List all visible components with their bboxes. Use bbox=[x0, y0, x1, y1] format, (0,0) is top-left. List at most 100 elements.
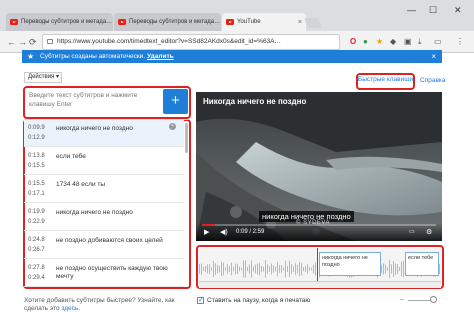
end-time[interactable]: 0:12.9 bbox=[28, 134, 45, 142]
waveform-bar bbox=[205, 266, 206, 272]
add-subtitle-button[interactable]: + bbox=[163, 89, 188, 114]
help-link[interactable]: Справка bbox=[420, 77, 446, 84]
download-icon[interactable]: ⤓ bbox=[418, 37, 422, 47]
list-scrollbar[interactable] bbox=[185, 123, 188, 153]
start-time[interactable]: 0:27.8 bbox=[28, 264, 45, 272]
subtitle-input[interactable]: Введите текст субтитров и нажмите клавиш… bbox=[26, 88, 160, 116]
banner-text: Субтитры созданы автоматически. bbox=[40, 53, 146, 60]
tab-youtube[interactable]: YouTube × bbox=[222, 13, 306, 31]
back-icon[interactable]: ← bbox=[7, 37, 16, 47]
pause-label: Ставить на паузу, когда я печатаю bbox=[207, 297, 311, 304]
close-tab-icon[interactable]: × bbox=[112, 19, 113, 26]
waveform-bar bbox=[381, 265, 382, 273]
actions-dropdown[interactable]: Действия ▾ bbox=[24, 72, 62, 83]
waveform-bar bbox=[383, 263, 384, 275]
timeline-segment[interactable]: если тебе bbox=[405, 252, 439, 276]
waveform-bar bbox=[283, 267, 284, 271]
lock-icon bbox=[47, 39, 53, 44]
waveform-bar bbox=[289, 260, 290, 278]
start-time[interactable]: 0:09.9 bbox=[28, 124, 45, 132]
notification-banner: ★ Субтитры созданы автоматически. Удалит… bbox=[22, 50, 442, 63]
puzzle-icon[interactable]: ▣ bbox=[404, 37, 412, 46]
waveform-bar bbox=[281, 265, 282, 273]
subtitle-list: 0:09.9 0:12.9 никогда ничего не поздно ×… bbox=[24, 119, 189, 289]
close-tab-icon[interactable]: × bbox=[220, 19, 221, 26]
list-item[interactable]: 0:19.9 0:22.9 никогда ничего не поздно bbox=[24, 204, 184, 231]
waveform-bar bbox=[229, 266, 230, 272]
waveform-bar bbox=[307, 264, 308, 274]
new-tab-button[interactable] bbox=[304, 18, 322, 28]
end-time[interactable]: 0:29.4 bbox=[28, 274, 45, 282]
cc-icon[interactable]: ▭ bbox=[409, 228, 415, 235]
subtitle-text[interactable]: не поздно добиваются своих целей bbox=[56, 237, 176, 245]
waveform-bar bbox=[221, 261, 222, 277]
waveform-bar bbox=[251, 260, 252, 278]
pause-checkbox[interactable] bbox=[197, 296, 204, 304]
subtitle-text[interactable]: если тебе bbox=[56, 153, 176, 161]
maximize-button[interactable]: ☐ bbox=[429, 5, 437, 16]
waveform-bar bbox=[243, 260, 244, 278]
settings-icon[interactable]: ⚙ bbox=[426, 228, 432, 236]
end-time[interactable]: 0:15.5 bbox=[28, 162, 45, 170]
subtitle-timeline[interactable]: никогда ничего не поздно если тебе bbox=[199, 248, 441, 288]
delete-subtitle-icon[interactable]: × bbox=[169, 123, 176, 130]
subtitle-text[interactable]: не поздно осуществить каждую твою мечту bbox=[56, 265, 176, 281]
extension-icon[interactable]: ● bbox=[363, 37, 368, 46]
waveform-bar bbox=[393, 261, 394, 277]
close-window-button[interactable]: ✕ bbox=[454, 5, 462, 16]
play-icon[interactable]: ▶ bbox=[204, 228, 209, 236]
list-item[interactable]: 0:27.8 0:29.4 не поздно осуществить кажд… bbox=[24, 260, 184, 287]
forward-icon[interactable]: → bbox=[18, 37, 27, 47]
video-player[interactable]: Никогда ничего не поздно никогда ничего … bbox=[196, 92, 442, 241]
tab-strip: Переводы субтитров и метада… × Переводы … bbox=[0, 0, 474, 31]
list-item[interactable]: 0:13.8 0:15.5 если тебе bbox=[24, 148, 184, 175]
list-item[interactable]: 0:24.8 0:26.7 не поздно добиваются своих… bbox=[24, 232, 184, 259]
zoom-slider[interactable]: – bbox=[400, 296, 440, 303]
close-banner-icon[interactable]: × bbox=[431, 50, 436, 63]
waveform-bar bbox=[223, 262, 224, 276]
pause-option[interactable]: Ставить на паузу, когда я печатаю bbox=[197, 296, 311, 304]
subtitle-text[interactable]: никогда ничего не поздно bbox=[56, 209, 176, 217]
waveform-bar bbox=[267, 264, 268, 274]
waveform-bar bbox=[259, 262, 260, 276]
waveform-bar bbox=[257, 263, 258, 275]
hotkeys-button[interactable]: Быстрые клавиши bbox=[357, 74, 414, 89]
waveform-bar bbox=[239, 266, 240, 272]
zoom-knob[interactable] bbox=[430, 296, 437, 303]
volume-icon[interactable]: ◀) bbox=[220, 228, 228, 236]
waveform-bar bbox=[309, 267, 310, 271]
footer-hint-link[interactable]: здесь. bbox=[61, 305, 80, 312]
reload-icon[interactable]: ⟳ bbox=[29, 37, 37, 48]
waveform-bar bbox=[263, 266, 264, 272]
subtitle-text[interactable]: 1734 48 если ты bbox=[56, 181, 176, 189]
minimize-button[interactable]: — bbox=[407, 5, 416, 15]
timeline-segment[interactable]: никогда ничего не поздно bbox=[319, 252, 381, 276]
list-item[interactable]: 0:09.9 0:12.9 никогда ничего не поздно × bbox=[24, 120, 184, 147]
start-time[interactable]: 0:24.8 bbox=[28, 236, 45, 244]
delete-link[interactable]: Удалить bbox=[147, 53, 174, 60]
extension-icon-2[interactable]: ◆ bbox=[390, 37, 396, 46]
end-time[interactable]: 0:17.1 bbox=[28, 190, 45, 198]
bookmark-icon[interactable]: ★ bbox=[376, 37, 383, 46]
menu-icon[interactable]: ⋮ bbox=[456, 37, 464, 46]
waveform-bar bbox=[313, 264, 314, 274]
subtitle-text[interactable]: никогда ничего не поздно bbox=[56, 125, 176, 133]
start-time[interactable]: 0:15.5 bbox=[28, 180, 45, 188]
opera-icon[interactable]: O bbox=[350, 37, 356, 46]
progress-fill bbox=[202, 224, 215, 226]
start-time[interactable]: 0:13.8 bbox=[28, 152, 45, 160]
waveform-bar bbox=[219, 265, 220, 273]
tab-translations-1[interactable]: Переводы субтитров и метада… × bbox=[6, 13, 113, 31]
cast-icon[interactable]: ▭ bbox=[434, 37, 442, 46]
end-time[interactable]: 0:22.9 bbox=[28, 218, 45, 226]
close-tab-icon[interactable]: × bbox=[295, 19, 302, 26]
list-item[interactable]: 0:15.5 0:17.1 1734 48 если ты bbox=[24, 176, 184, 203]
start-time[interactable]: 0:19.9 bbox=[28, 208, 45, 216]
zoom-out-icon[interactable]: – bbox=[400, 296, 404, 303]
end-time[interactable]: 0:26.7 bbox=[28, 246, 45, 254]
tab-translations-2[interactable]: Переводы субтитров и метада… × bbox=[114, 13, 221, 31]
progress-bar[interactable] bbox=[202, 224, 436, 226]
waveform-bar bbox=[403, 260, 404, 278]
waveform-bar bbox=[287, 266, 288, 272]
url-field[interactable]: https://www.youtube.com/timedtext_editor… bbox=[42, 34, 340, 50]
